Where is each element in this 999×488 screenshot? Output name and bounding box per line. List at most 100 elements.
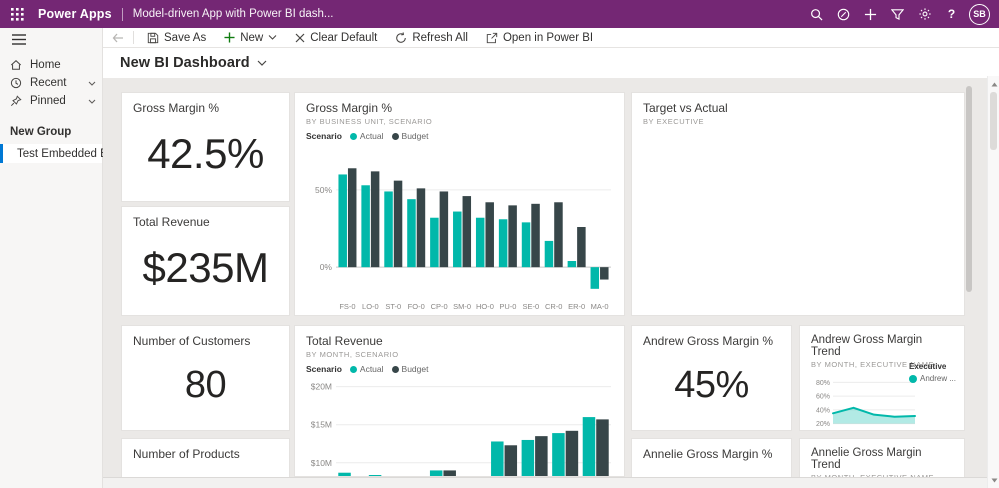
sidebar-item-test-embedded-bi[interactable]: Test Embedded BI (0, 144, 111, 163)
scroll-down-icon (991, 478, 997, 482)
tile-andrew-gross-margin-kpi[interactable]: Andrew Gross Margin % 45% (631, 325, 792, 431)
page-title: New BI Dashboard (120, 55, 250, 71)
sidebar-item-recent[interactable]: Recent (0, 74, 102, 92)
save-as-icon (147, 32, 159, 43)
svg-text:SE-0: SE-0 (522, 302, 539, 311)
expand-pinned-button[interactable] (88, 99, 96, 104)
svg-text:FO-0: FO-0 (408, 302, 425, 311)
header-divider (121, 7, 123, 21)
waffle-icon (10, 7, 24, 21)
dashboard-bottom-scroll-track (103, 477, 999, 488)
tile-gross-margin-kpi[interactable]: Gross Margin % 42.5% (121, 92, 290, 202)
gear-icon (918, 8, 931, 20)
chart-legend: Scenario Actual Budget (306, 364, 613, 374)
legend-label: Budget (401, 364, 429, 374)
sidebar-item-label: Home (30, 59, 61, 71)
tile-total-revenue-by-month-chart[interactable]: Total Revenue BY MONTH, SCENARIO Scenari… (294, 325, 625, 477)
svg-text:40%: 40% (816, 407, 830, 414)
sidebar-item-pinned[interactable]: Pinned (0, 92, 102, 110)
kpi-value: $235M (142, 244, 269, 291)
hamburger-icon (12, 33, 26, 45)
legend-title: Executive (908, 362, 947, 371)
open-external-icon (486, 32, 498, 43)
tile-number-of-customers[interactable]: Number of Customers 80 (121, 325, 290, 431)
sidebar-item-home[interactable]: Home (0, 56, 102, 74)
budget-dot-icon (391, 365, 399, 373)
app-header: Power Apps Model-driven App with Power B… (0, 0, 999, 28)
tile-andrew-trend-chart[interactable]: Andrew Gross Margin Trend BY MONTH, EXEC… (799, 325, 965, 431)
power-apps-window: Power Apps Model-driven App with Power B… (0, 0, 999, 488)
brand-power-apps[interactable]: Power Apps (38, 7, 112, 21)
main-area: Save As New Clear Default Refresh All Op… (103, 28, 999, 488)
refresh-icon (396, 31, 407, 43)
chevron-down-icon (88, 81, 96, 86)
svg-text:CR-0: CR-0 (545, 302, 563, 311)
gross-margin-bar-chart: 50% 0% FS-0 LO-0 ST-0 FO-0 CP-0 SM-0 HO-0 PU-0 SE-… (315, 168, 611, 311)
expand-recent-button[interactable] (88, 81, 96, 86)
page-scrollbar-thumb[interactable] (990, 92, 997, 150)
legend-item-actual: Actual (349, 131, 384, 141)
dashboard-selector[interactable]: New BI Dashboard (120, 55, 267, 71)
kpi-value: 45% (674, 363, 749, 406)
total-revenue-bar-chart: $20M $15M $10M (311, 382, 611, 476)
avatar[interactable]: SB (969, 3, 990, 25)
legend-label: Actual (359, 364, 384, 374)
svg-text:$15M: $15M (311, 420, 332, 430)
tile-title: Andrew Gross Margin % (643, 334, 774, 348)
menu-toggle-button[interactable] (0, 28, 102, 50)
legend-label: Actual (359, 131, 384, 141)
filter-icon (891, 8, 904, 20)
sidebar-group-label: New Group (10, 126, 72, 138)
chart-legend: Scenario Actual Budget (306, 131, 613, 141)
chart-title: Gross Margin % (306, 101, 393, 115)
app-launcher-button[interactable] (0, 0, 34, 28)
new-button[interactable]: New (215, 28, 286, 47)
quick-create-button[interactable] (857, 0, 884, 28)
chevron-down-icon (88, 99, 96, 104)
svg-text:0%: 0% (320, 262, 333, 272)
chart-title: Target vs Actual (643, 101, 728, 115)
actual-dot-icon (349, 132, 357, 140)
tile-target-vs-actual[interactable]: Target vs Actual BY EXECUTIVE (631, 92, 965, 316)
refresh-all-button[interactable]: Refresh All (386, 28, 477, 47)
svg-text:HO-0: HO-0 (476, 302, 494, 311)
budget-dot-icon (391, 132, 399, 140)
svg-text:ER-0: ER-0 (568, 302, 585, 311)
search-icon (811, 8, 823, 20)
tile-title: Total Revenue (133, 215, 210, 229)
clear-default-button[interactable]: Clear Default (286, 28, 386, 47)
page-scrollbar[interactable] (987, 76, 999, 488)
help-button[interactable]: ? (938, 0, 965, 28)
guided-tour-button[interactable] (830, 0, 857, 28)
tile-gross-margin-by-bu-chart[interactable]: Gross Margin % BY BUSINESS UNIT, SCENARI… (294, 92, 625, 316)
chart-title: Andrew Gross Margin Trend (811, 334, 923, 358)
sidebar-nav: Home Recent Pinned (0, 56, 102, 110)
tile-total-revenue-kpi[interactable]: Total Revenue $235M (121, 206, 290, 316)
save-as-button[interactable]: Save As (138, 28, 215, 47)
svg-text:80%: 80% (816, 380, 830, 387)
kpi-value: 42.5% (147, 130, 264, 177)
scroll-down-button[interactable] (988, 474, 999, 486)
pin-icon (10, 95, 22, 107)
dashboard-scrollbar-thumb[interactable] (966, 86, 972, 292)
scroll-up-button[interactable] (988, 78, 999, 90)
app-title: Model-driven App with Power BI dash... (132, 8, 334, 20)
settings-button[interactable] (911, 0, 938, 28)
svg-text:ST-0: ST-0 (385, 302, 401, 311)
svg-text:$20M: $20M (311, 382, 332, 392)
back-button[interactable] (103, 33, 133, 43)
chart-subtitle: BY MONTH, SCENARIO (306, 350, 399, 359)
filter-button[interactable] (884, 0, 911, 28)
sidebar: Home Recent Pinned New Group Test Embedd… (0, 28, 111, 488)
clear-default-label: Clear Default (310, 31, 378, 44)
legend-item-budget: Budget (391, 364, 429, 374)
help-icon: ? (947, 7, 956, 21)
legend-item-actual: Actual (349, 364, 384, 374)
svg-text:CP-0: CP-0 (431, 302, 448, 311)
legend-item-andrew: Andrew ... (908, 374, 956, 383)
search-button[interactable] (803, 0, 830, 28)
svg-text:SM-0: SM-0 (453, 302, 471, 311)
open-in-power-bi-button[interactable]: Open in Power BI (477, 28, 602, 47)
back-arrow-icon (112, 33, 123, 42)
tile-title: Annelie Gross Margin % (643, 447, 773, 461)
